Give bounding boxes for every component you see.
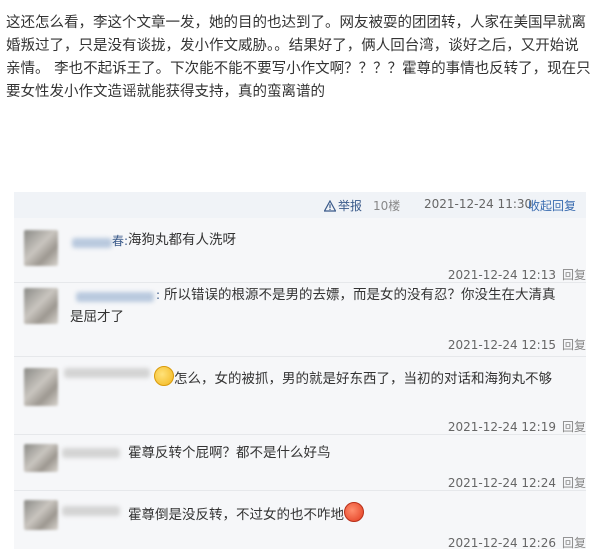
reply-text: 霍尊反转个屁啊？都不是什么好鸟 xyxy=(128,445,331,461)
reply-content: 怎么，女的被抓，男的就是好东西了，当初的对话和海狗丸不够 xyxy=(154,366,552,390)
post-meta-bar: 举报 10楼 2021-12-24 11:30 收起回复 xyxy=(14,192,586,218)
divider xyxy=(14,434,586,435)
list-item: 霍尊反转个屁啊？都不是什么好鸟 2021-12-24 12:24 回复 xyxy=(14,438,586,491)
reply-text: 是屈才了 xyxy=(70,309,124,325)
reply-time: 2021-12-24 12:26 xyxy=(447,536,556,550)
list-item: : 所以错误的根源不是男的去嫖，而是女的没有忍？你没生在大清真 是屈才了 202… xyxy=(14,284,586,354)
avatar[interactable] xyxy=(24,288,58,324)
angry-emoji-icon xyxy=(344,502,364,522)
list-item: 春: 海狗丸都有人洗呀 2021-12-24 12:13 回复 xyxy=(14,226,586,282)
reply-content: 霍尊倒是没反转，不过女的也不咋地 xyxy=(128,502,364,526)
report-label: 举报 xyxy=(338,199,363,213)
reply-list: 春: 海狗丸都有人洗呀 2021-12-24 12:13 回复 : 所以错误的根源… xyxy=(14,218,586,551)
username[interactable] xyxy=(76,292,154,302)
divider xyxy=(14,282,586,283)
post-content: 这还怎么看，李这个文章一发，她的目的也达到了。网友被耍的团团转，人家在美国早就离… xyxy=(6,12,592,104)
reply-meta: 2021-12-24 12:13 回复 xyxy=(448,266,586,283)
avatar[interactable] xyxy=(24,500,58,530)
warning-triangle-icon xyxy=(323,199,337,212)
reply-button[interactable]: 回复 xyxy=(562,420,586,434)
post-line: 要女性发小作文造谣就能获得支持，真的蛮离谱的 xyxy=(6,84,325,100)
list-item: 怎么，女的被抓，男的就是好东西了，当初的对话和海狗丸不够 2021-12-24 … xyxy=(14,360,586,434)
report-link[interactable]: 举报 xyxy=(323,197,363,214)
post-line: 这还怎么看，李这个文章一发，她的目的也达到了。网友被耍的团团转，人家在美国早就离 xyxy=(6,15,586,31)
reply-text: 怎么，女的被抓，男的就是好东西了，当初的对话和海狗丸不够 xyxy=(174,371,552,387)
reply-meta: 2021-12-24 12:19 回复 xyxy=(448,418,586,435)
reply-button[interactable]: 回复 xyxy=(562,536,586,550)
reply-text: 霍尊倒是没反转，不过女的也不咋地 xyxy=(128,507,344,523)
username[interactable] xyxy=(64,368,150,378)
reply-meta: 2021-12-24 12:24 回复 xyxy=(448,474,586,491)
avatar[interactable] xyxy=(24,230,58,266)
reply-button[interactable]: 回复 xyxy=(562,268,586,282)
reply-text: 所以错误的根源不是男的去嫖，而是女的没有忍？你没生在大清真 xyxy=(164,287,556,303)
collapse-replies-button[interactable]: 收起回复 xyxy=(528,197,576,214)
reply-meta: 2021-12-24 12:15 回复 xyxy=(448,336,586,353)
username-suffix[interactable]: : xyxy=(156,284,160,306)
username[interactable] xyxy=(62,506,120,516)
reply-time: 2021-12-24 12:19 xyxy=(447,420,556,434)
divider xyxy=(14,356,586,357)
reply-time: 2021-12-24 12:13 xyxy=(447,268,556,282)
smiley-emoji-icon xyxy=(154,366,174,386)
avatar[interactable] xyxy=(24,368,58,406)
post-time: 2021-12-24 11:30 xyxy=(424,197,533,211)
reply-time: 2021-12-24 12:24 xyxy=(447,476,556,490)
post-line: 亲情。 李也不起诉王了。下次能不能不要写小作文啊？？？？霍尊的事情也反转了，现在… xyxy=(6,61,591,77)
reply-time: 2021-12-24 12:15 xyxy=(447,338,556,352)
reply-meta: 2021-12-24 12:26 回复 xyxy=(448,534,586,551)
username-suffix[interactable]: 春: xyxy=(112,230,128,252)
reply-button[interactable]: 回复 xyxy=(562,476,586,490)
post-line: 婚叛过了，只是没有谈拢，发小作文威胁。。结果好了，俩人回台湾，谈好之后，又开始说 xyxy=(6,38,579,54)
divider xyxy=(14,490,586,491)
username[interactable] xyxy=(72,238,112,248)
floor-number: 10楼 xyxy=(373,199,401,213)
avatar[interactable] xyxy=(24,444,58,472)
reply-button[interactable]: 回复 xyxy=(562,338,586,352)
username[interactable] xyxy=(62,448,120,458)
list-item: 霍尊倒是没反转，不过女的也不咋地 2021-12-24 12:26 回复 xyxy=(14,494,586,551)
reply-text: 海狗丸都有人洗呀 xyxy=(128,232,236,248)
